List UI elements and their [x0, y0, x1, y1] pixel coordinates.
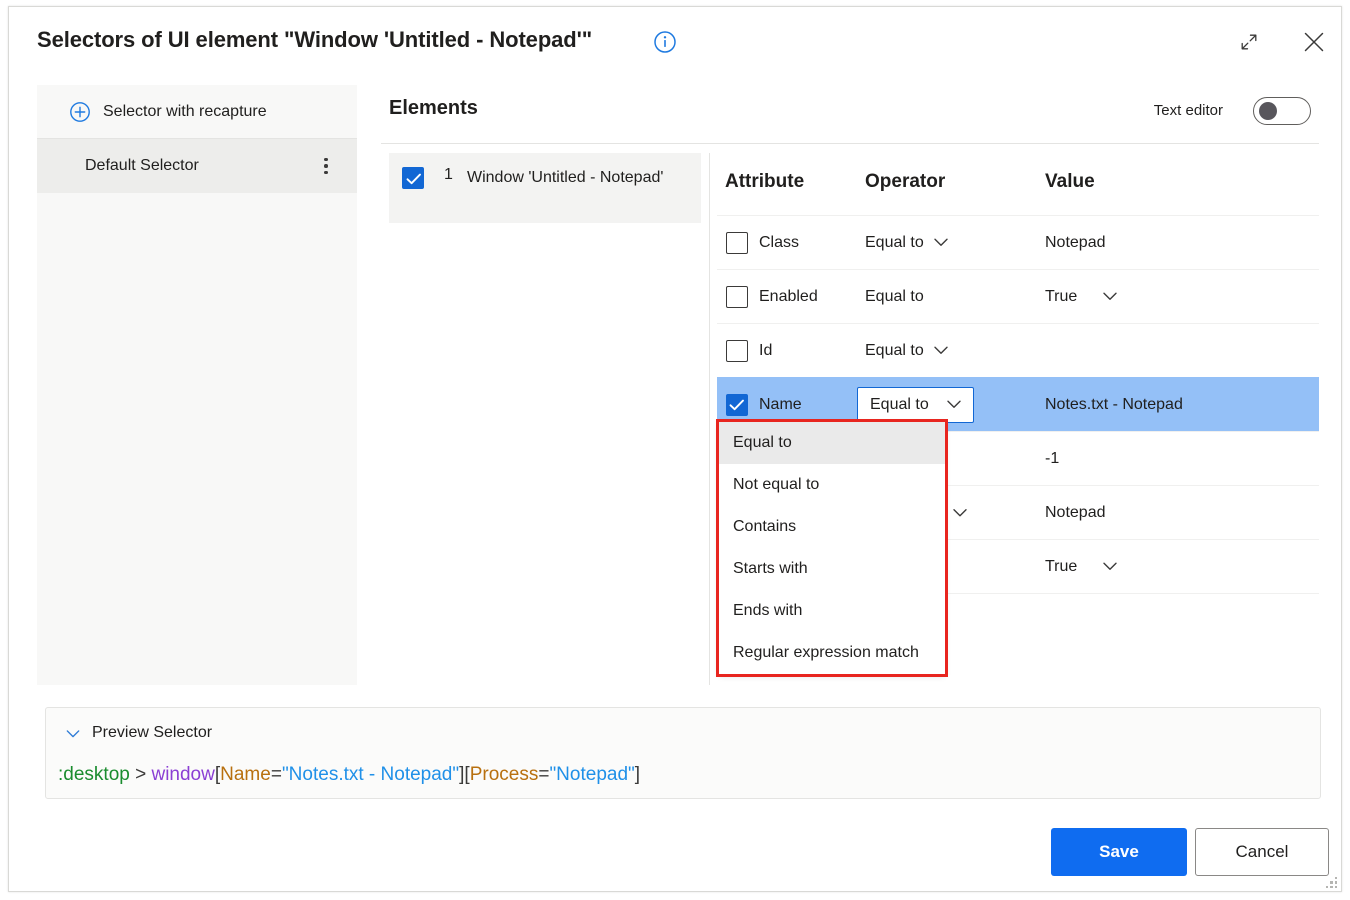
value-text: True: [1045, 558, 1077, 576]
elements-header: Elements Text editor: [381, 97, 1319, 141]
operator-dropdown[interactable]: Equal to: [865, 342, 948, 360]
element-label: Window 'Untitled - Notepad': [467, 165, 682, 191]
chevron-down-icon: [934, 238, 948, 247]
elements-title: Elements: [389, 97, 478, 120]
value-cell[interactable]: Notepad: [1045, 234, 1106, 252]
row-checkbox[interactable]: [726, 340, 748, 362]
chevron-down-icon[interactable]: [947, 400, 961, 409]
preview-selector-code: :desktop > window[Name="Notes.txt - Note…: [58, 764, 640, 786]
dialog-title: Selectors of UI element "Window 'Untitle…: [37, 27, 592, 53]
operator-dropdown[interactable]: Equal to: [865, 288, 924, 306]
chevron-down-icon[interactable]: [1103, 562, 1117, 571]
more-vertical-icon[interactable]: [315, 153, 337, 179]
token-equals: =: [538, 764, 549, 785]
operator-dropdown-open[interactable]: Equal to: [857, 387, 974, 423]
value-cell[interactable]: -1: [1045, 450, 1059, 468]
row-checkbox[interactable]: [726, 286, 748, 308]
token-combinator: >: [130, 764, 152, 785]
selectors-dialog: Selectors of UI element "Window 'Untitle…: [8, 6, 1342, 892]
sidebar-item-label: Default Selector: [85, 157, 199, 175]
operator-value: Equal to: [865, 288, 924, 306]
dialog-titlebar: Selectors of UI element "Window 'Untitle…: [9, 7, 1341, 75]
info-circle-icon[interactable]: [653, 30, 677, 54]
list-item[interactable]: 1 Window 'Untitled - Notepad': [389, 153, 701, 223]
chevron-down-icon[interactable]: [953, 508, 967, 517]
operator-value: Equal to: [865, 234, 924, 252]
selectors-sidebar: Selector with recapture Default Selector: [37, 85, 357, 685]
sidebar-item-default-selector[interactable]: Default Selector: [37, 139, 357, 193]
cancel-button[interactable]: Cancel: [1195, 828, 1329, 876]
operator-options-menu[interactable]: Equal to Not equal to Contains Starts wi…: [719, 422, 945, 674]
operator-dropdown[interactable]: Equal to: [865, 234, 948, 252]
table-row[interactable]: Class Equal to Notepad: [717, 215, 1319, 269]
menu-item-ends-with[interactable]: Ends with: [719, 590, 945, 632]
chevron-down-icon: [66, 729, 80, 738]
table-row[interactable]: Enabled Equal to True: [717, 269, 1319, 323]
preview-selector-toggle[interactable]: Preview Selector: [66, 724, 212, 742]
close-x-icon[interactable]: [1297, 25, 1331, 59]
menu-item-equal-to[interactable]: Equal to: [719, 422, 945, 464]
save-button[interactable]: Save: [1051, 828, 1187, 876]
attributes-table-header: Attribute Operator Value: [717, 153, 1319, 215]
preview-selector-panel: Preview Selector :desktop > window[Name=…: [45, 707, 1321, 799]
menu-item-not-equal-to[interactable]: Not equal to: [719, 464, 945, 506]
token-string: "Notes.txt - Notepad": [282, 764, 459, 785]
token-tag: window: [151, 764, 214, 785]
selector-with-recapture-button[interactable]: Selector with recapture: [37, 85, 357, 139]
token-attribute: Process: [470, 764, 539, 785]
value-text: Notepad: [1045, 504, 1106, 522]
element-index: 1: [444, 166, 453, 184]
table-row[interactable]: Id Equal to: [717, 323, 1319, 377]
expand-diagonal-icon[interactable]: [1233, 26, 1265, 58]
operator-value: Equal to: [865, 342, 924, 360]
menu-item-regex-match[interactable]: Regular expression match: [719, 632, 945, 674]
column-header-operator: Operator: [865, 171, 945, 193]
attribute-name: Class: [759, 234, 799, 252]
row-checkbox[interactable]: [726, 394, 748, 416]
value-text: Notepad: [1045, 234, 1106, 252]
token-pseudo: :desktop: [58, 764, 130, 785]
selector-with-recapture-label: Selector with recapture: [103, 103, 267, 121]
token-attribute: Name: [220, 764, 271, 785]
attribute-name: Name: [759, 396, 802, 414]
value-cell[interactable]: Notepad: [1045, 504, 1106, 522]
token-equals: =: [271, 764, 282, 785]
column-header-value: Value: [1045, 171, 1095, 193]
elements-list: 1 Window 'Untitled - Notepad': [389, 153, 701, 685]
plus-circle-icon: [69, 101, 91, 123]
header-divider: [381, 143, 1319, 144]
value-cell[interactable]: Notes.txt - Notepad: [1045, 396, 1183, 414]
column-header-attribute: Attribute: [725, 171, 804, 193]
element-checkbox[interactable]: [402, 167, 424, 189]
resize-grip[interactable]: [1321, 872, 1337, 888]
value-cell[interactable]: True: [1045, 288, 1117, 306]
menu-item-contains[interactable]: Contains: [719, 506, 945, 548]
panel-divider: [709, 153, 710, 685]
chevron-down-icon[interactable]: [1103, 292, 1117, 301]
value-text: Notes.txt - Notepad: [1045, 396, 1183, 414]
row-checkbox[interactable]: [726, 232, 748, 254]
operator-dropdown[interactable]: [953, 508, 967, 517]
operator-value: Equal to: [870, 396, 929, 414]
menu-item-starts-with[interactable]: Starts with: [719, 548, 945, 590]
value-text: -1: [1045, 450, 1059, 468]
value-text: True: [1045, 288, 1077, 306]
chevron-down-icon: [934, 346, 948, 355]
attribute-name: Enabled: [759, 288, 818, 306]
value-cell[interactable]: True: [1045, 558, 1117, 576]
text-editor-label: Text editor: [1154, 102, 1223, 119]
attribute-name: Id: [759, 342, 772, 360]
preview-selector-label: Preview Selector: [92, 724, 212, 742]
token-string: "Notepad": [549, 764, 634, 785]
text-editor-toggle[interactable]: [1253, 97, 1311, 125]
token-bracket: ]: [635, 764, 640, 785]
